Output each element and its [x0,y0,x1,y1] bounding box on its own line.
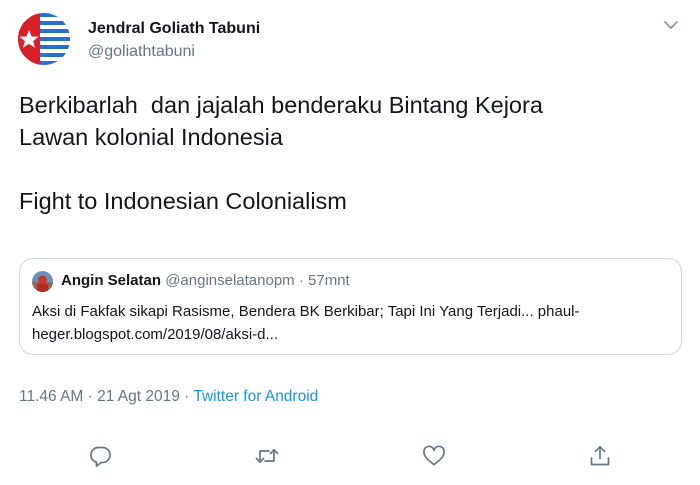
author-avatar[interactable] [18,13,70,65]
quoted-avatar [32,271,53,292]
quoted-line: Aksi di Fakfak sikapi Rasisme, Bendera B… [32,303,580,320]
author-handle[interactable]: @goliathtabuni [88,43,195,61]
timestamp[interactable]: 11.46 AM · 21 Agt 2019 [19,388,180,405]
tweet-meta: 11.46 AM · 21 Agt 2019 · Twitter for And… [19,388,318,406]
tweet-text: Berkibarlah dan jajalah benderaku Bintan… [19,89,679,217]
tweet-card: Jendral Goliath Tabuni @goliathtabuni Be… [0,0,700,485]
tweet-line: Berkibarlah dan jajalah benderaku Bintan… [19,92,543,118]
chevron-down-icon[interactable] [660,14,682,36]
quoted-author-name: Angin Selatan [61,272,162,289]
tweet-line: Fight to Indonesian Colonialism [19,188,347,214]
reply-icon[interactable] [87,443,113,469]
share-icon[interactable] [587,443,613,469]
tweet-line: Lawan kolonial Indonesia [19,124,283,150]
retweet-icon[interactable] [254,443,280,469]
source-link[interactable]: Twitter for Android [193,388,318,405]
author-name[interactable]: Jendral Goliath Tabuni [88,20,260,38]
quoted-tweet[interactable]: Angin Selatan @anginselatanopm · 57mnt A… [19,258,682,355]
quoted-author-handle: @anginselatanopm [165,272,295,289]
quoted-time: 57mnt [308,272,350,289]
quoted-separator: · [298,272,304,289]
quoted-header: Angin Selatan @anginselatanopm · 57mnt [61,272,350,289]
meta-separator: · [179,388,194,405]
quoted-text: Aksi di Fakfak sikapi Rasisme, Bendera B… [32,300,672,346]
morning-star-flag-icon [18,13,70,65]
quoted-line: heger.blogspot.com/2019/08/aksi-d... [32,326,278,343]
heart-icon[interactable] [421,443,447,469]
